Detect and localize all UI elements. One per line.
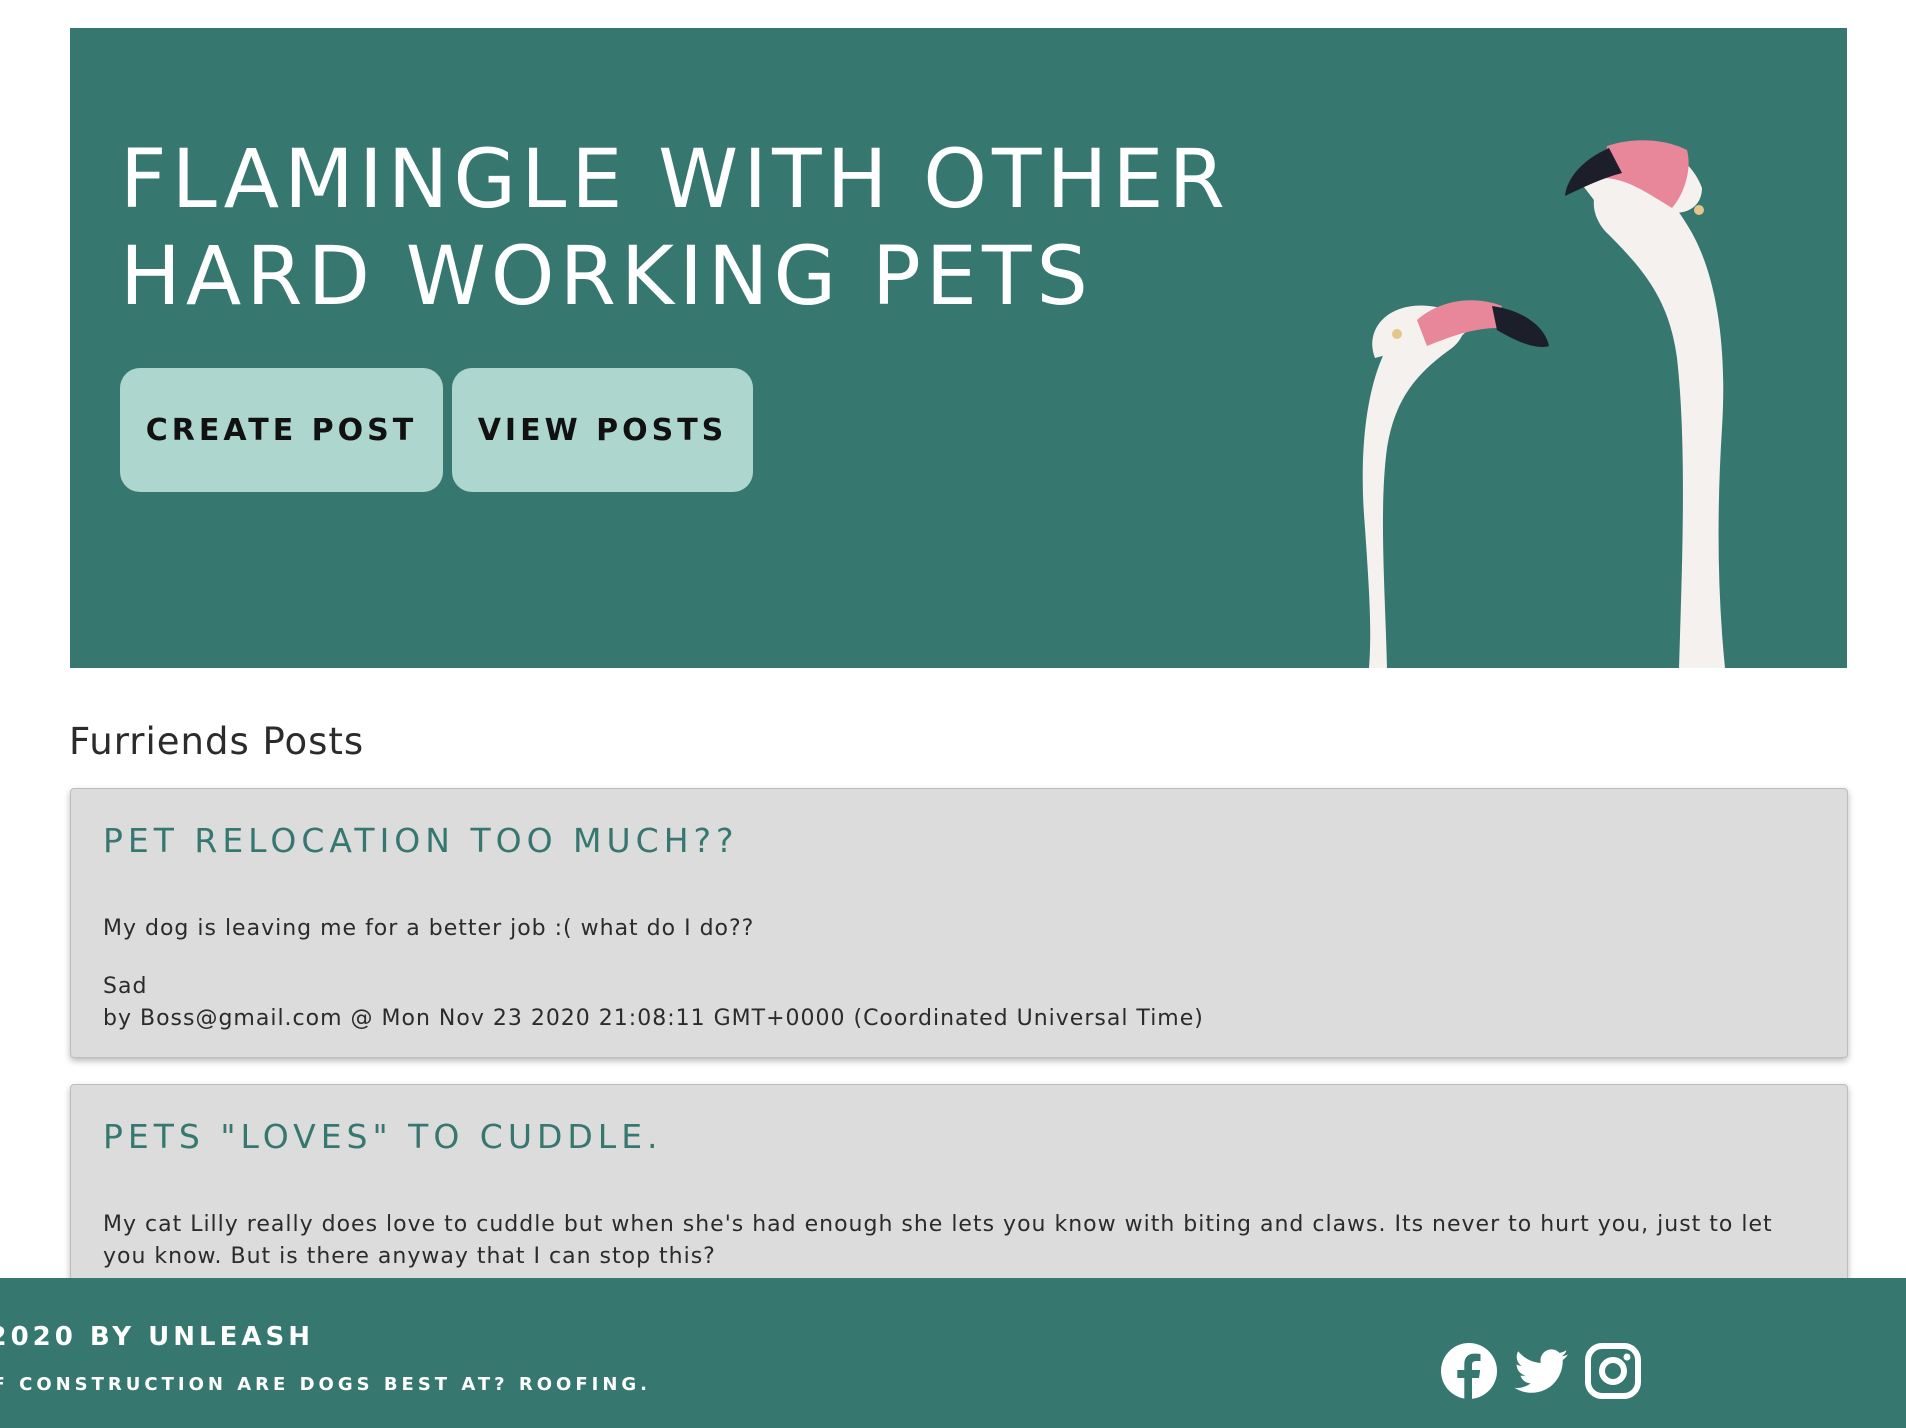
post-body: My cat Lilly really does love to cuddle … bbox=[103, 1212, 1773, 1269]
post-title[interactable]: PETS "LOVES" TO CUDDLE. bbox=[103, 1117, 663, 1156]
facebook-icon[interactable] bbox=[1440, 1342, 1498, 1400]
post-mood: Sad bbox=[103, 974, 148, 999]
twitter-icon[interactable] bbox=[1512, 1342, 1570, 1400]
post-body: My dog is leaving me for a better job :(… bbox=[103, 916, 755, 941]
create-post-button[interactable]: CREATE POST bbox=[120, 368, 443, 492]
footer-copyright: © 2020 BY UNLEASH bbox=[0, 1322, 314, 1352]
post-byline: by Boss@gmail.com @ Mon Nov 23 2020 21:0… bbox=[103, 1006, 1204, 1031]
site-footer: © 2020 BY UNLEASH WHAT KIND OF CONSTRUCT… bbox=[0, 1278, 1906, 1428]
footer-tagline: WHAT KIND OF CONSTRUCTION ARE DOGS BEST … bbox=[0, 1374, 651, 1395]
social-links bbox=[1440, 1342, 1642, 1400]
post-card: PET RELOCATION TOO MUCH?? My dog is leav… bbox=[70, 788, 1848, 1058]
hero-title-line1: FLAMINGLE WITH OTHER bbox=[120, 133, 1230, 227]
view-posts-button[interactable]: VIEW POSTS bbox=[452, 368, 753, 492]
hero-title: FLAMINGLE WITH OTHER HARD WORKING PETS bbox=[120, 132, 1230, 326]
posts-section-title: Furriends Posts bbox=[69, 720, 365, 763]
post-title[interactable]: PET RELOCATION TOO MUCH?? bbox=[103, 821, 739, 860]
hero-title-line2: HARD WORKING PETS bbox=[120, 230, 1093, 324]
flamingo-image bbox=[1362, 140, 1725, 668]
post-meta: Sad by Boss@gmail.com @ Mon Nov 23 2020 … bbox=[103, 971, 1204, 1035]
instagram-icon[interactable] bbox=[1584, 1342, 1642, 1400]
hero-banner: FLAMINGLE WITH OTHER HARD WORKING PETS C… bbox=[70, 28, 1847, 668]
hero-actions: CREATE POST VIEW POSTS bbox=[120, 368, 753, 492]
